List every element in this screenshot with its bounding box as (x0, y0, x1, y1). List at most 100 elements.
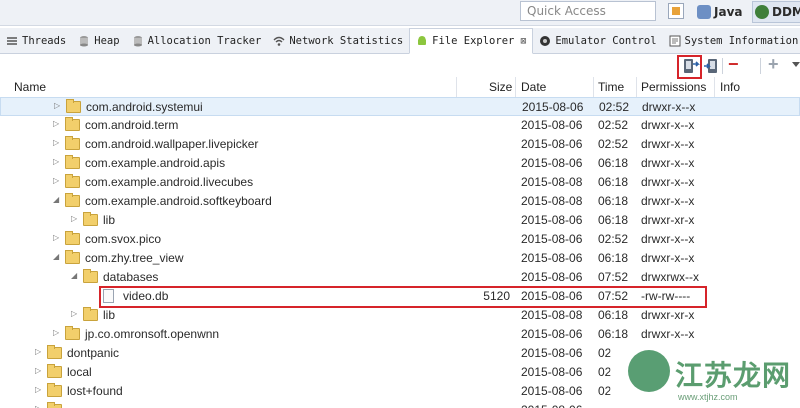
row-name: com.zhy.tree_view (85, 251, 184, 265)
expand-arrow-icon[interactable]: ▷ (53, 328, 61, 338)
expand-arrow-icon[interactable]: ▷ (71, 214, 79, 224)
collapse-arrow-icon[interactable]: ◢ (53, 195, 61, 205)
column-separator[interactable] (714, 77, 715, 97)
expand-arrow-icon[interactable]: ▷ (54, 101, 62, 111)
row-date: 2015-08-06 (521, 327, 583, 341)
row-time: 06:18 (598, 156, 629, 170)
delete-icon[interactable]: − (728, 54, 739, 75)
row-time: 02:52 (598, 137, 629, 151)
tab-allocation-tracker[interactable]: Allocation Tracker (126, 28, 268, 53)
open-perspective-icon[interactable] (668, 3, 684, 19)
system-information-icon (669, 35, 681, 46)
folder-icon (65, 326, 80, 340)
tab-threads[interactable]: Threads (0, 28, 72, 53)
expand-arrow-icon[interactable]: ▷ (53, 233, 61, 243)
expand-arrow-icon[interactable]: ▷ (53, 176, 61, 186)
expand-arrow-icon[interactable]: ▷ (53, 138, 61, 148)
perspective-java[interactable]: Java (697, 1, 742, 23)
table-row[interactable]: ▷ com.example.android.livecubes 2015-08-08… (0, 173, 800, 192)
quick-access-input[interactable]: Quick Access (520, 1, 656, 21)
table-row[interactable]: ▷ lib 2015-08-06 06:18 drwxr-xr-x (0, 211, 800, 230)
highlight-pull-button (677, 55, 702, 79)
table-row[interactable]: ▷ com.svox.pico 2015-08-06 02:52 drwxr-x--x (0, 230, 800, 249)
column-date[interactable]: Date (521, 80, 546, 94)
allocation-tracker-icon (133, 35, 142, 46)
table-row[interactable]: ◢ com.zhy.tree_view 2015-08-06 06:18 drwxr-x… (0, 249, 800, 268)
table-row[interactable]: ▷ com.android.wallpaper.livepicker 2015-08… (0, 135, 800, 154)
perspective-ddms[interactable]: DDM (752, 1, 800, 23)
folder-icon (47, 402, 62, 408)
row-date: 2015-08-06 (521, 213, 583, 227)
row-date: 2015-08-06 (522, 100, 584, 114)
table-row[interactable]: ▷ com.android.term 2015-08-06 02:52 drwxr-x-… (0, 116, 800, 135)
expand-arrow-icon[interactable]: ▷ (35, 404, 43, 408)
java-perspective-icon (697, 5, 711, 19)
row-time: 06:18 (598, 213, 629, 227)
row-permissions: drwxr-xr-x (641, 213, 695, 227)
table-row[interactable]: ▷ jp.co.omronsoft.openwnn 2015-08-06 06:18 d… (0, 325, 800, 344)
tab-network-statistics[interactable]: Network Statistics (267, 28, 409, 53)
column-size[interactable]: Size (489, 80, 512, 94)
table-row[interactable]: ▷ lib 2015-08-08 06:18 drwxr-xr-x (0, 306, 800, 325)
column-info[interactable]: Info (720, 80, 740, 94)
watermark-text: 江苏龙网 (675, 359, 792, 392)
row-time: 06:18 (598, 194, 629, 208)
table-row[interactable]: ▷ com.example.android.apis 2015-08-06 06:18… (0, 154, 800, 173)
folder-icon (83, 269, 98, 283)
view-menu-icon[interactable] (792, 62, 800, 68)
row-time: 02:52 (598, 232, 629, 246)
tab-heap[interactable]: Heap (72, 28, 125, 53)
row-name: jp.co.omronsoft.openwnn (85, 327, 220, 341)
table-row[interactable]: ▷ com.android.systemui 2015-08-06 02:52 drwx… (0, 97, 800, 116)
row-permissions: drwxr-x--x (641, 156, 695, 170)
row-permissions: drwxr-x--x (641, 194, 695, 208)
close-icon[interactable]: ⊠ (520, 36, 526, 47)
tab-heap-label: Heap (94, 34, 120, 47)
toolbar-separator (760, 58, 761, 74)
new-folder-icon[interactable]: + (768, 54, 779, 75)
column-permissions[interactable]: Permissions (641, 80, 706, 94)
row-permissions: drwxr-x--x (641, 232, 695, 246)
folder-icon (65, 117, 80, 131)
push-file-onto-device-icon[interactable] (702, 56, 722, 76)
collapse-arrow-icon[interactable]: ◢ (71, 271, 79, 281)
row-time: 06:18 (598, 308, 629, 322)
column-time[interactable]: Time (598, 80, 624, 94)
expand-arrow-icon[interactable]: ▷ (35, 347, 43, 357)
row-date: 2015-08-08 (521, 175, 583, 189)
row-name: com.android.systemui (86, 100, 203, 114)
toolbar-separator (722, 58, 723, 74)
folder-icon (47, 383, 62, 397)
tab-system-information-label: System Information (684, 34, 799, 47)
folder-icon (65, 231, 80, 245)
folder-icon (83, 307, 98, 321)
expand-arrow-icon[interactable]: ▷ (35, 366, 43, 376)
tab-emulator-control[interactable]: Emulator Control (533, 28, 662, 53)
column-separator[interactable] (515, 77, 516, 97)
table-row[interactable]: ◢ com.example.android.softkeyboard 2015-08… (0, 192, 800, 211)
row-date: 2015-08-06 (521, 365, 583, 379)
row-time: 07:52 (598, 270, 629, 284)
expand-arrow-icon[interactable]: ▷ (53, 157, 61, 167)
perspective-java-label: Java (714, 5, 743, 19)
column-separator[interactable] (593, 77, 594, 97)
tab-file-explorer[interactable]: File Explorer ⊠ (409, 28, 534, 54)
table-row[interactable]: ◢ databases 2015-08-06 07:52 drwxrwx--x (0, 268, 800, 287)
folder-icon (65, 136, 80, 150)
highlight-video-db (99, 286, 707, 308)
column-separator[interactable] (636, 77, 637, 97)
column-separator[interactable] (456, 77, 457, 97)
column-name[interactable]: Name (14, 80, 46, 94)
row-name: com.example.android.softkeyboard (85, 194, 272, 208)
table-header: Name Size Date Time Permissions Info (0, 77, 800, 97)
tab-threads-label: Threads (22, 34, 67, 47)
expand-arrow-icon[interactable]: ▷ (71, 309, 79, 319)
tab-file-explorer-label: File Explorer (432, 35, 515, 47)
expand-arrow-icon[interactable]: ▷ (53, 119, 61, 129)
row-time: 06:18 (598, 251, 629, 265)
expand-arrow-icon[interactable]: ▷ (35, 385, 43, 395)
tab-system-information[interactable]: System Information (663, 28, 800, 53)
row-date: 2015-08-06 (521, 118, 583, 132)
collapse-arrow-icon[interactable]: ◢ (53, 252, 61, 262)
row-name: lib (103, 308, 116, 322)
